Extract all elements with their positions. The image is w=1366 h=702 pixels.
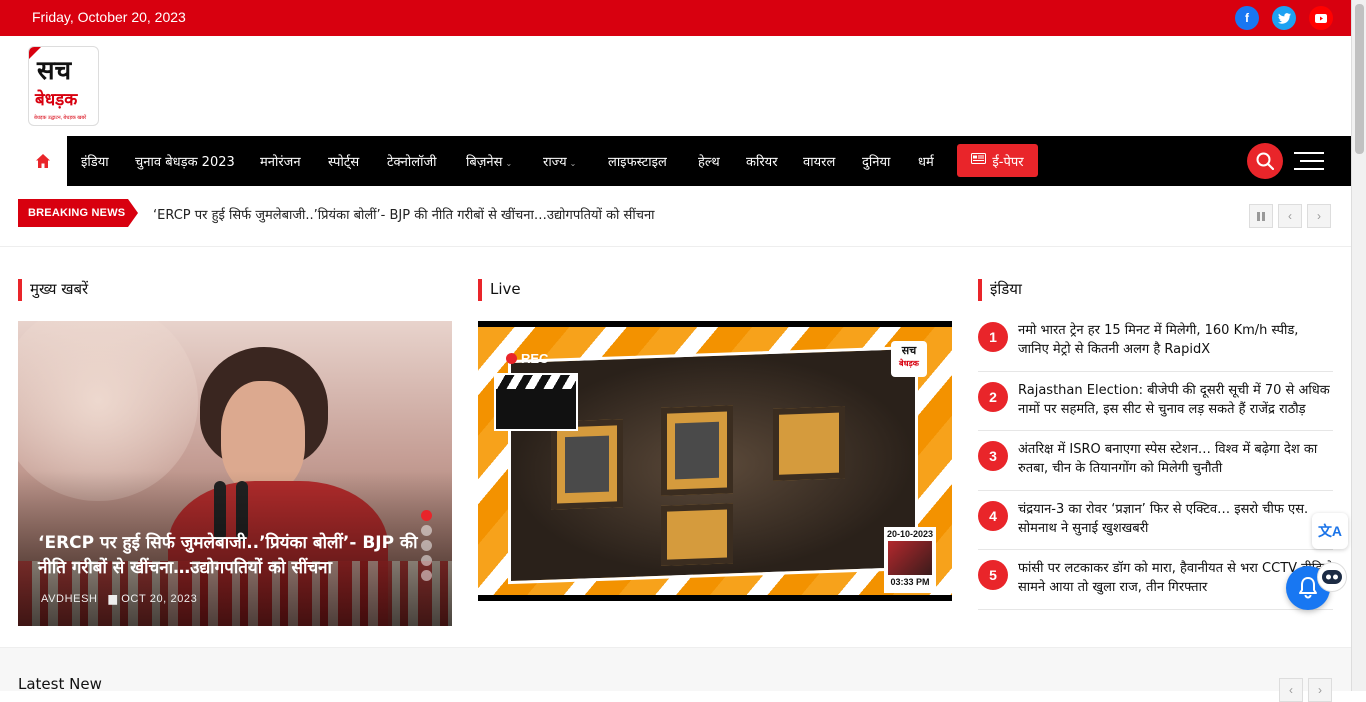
channel-badge: सच बेधड़क — [891, 341, 927, 377]
page-scrollbar[interactable] — [1351, 0, 1366, 691]
top-bar: Friday, October 20, 2023 f — [0, 0, 1351, 36]
chatbot-icon[interactable] — [1317, 562, 1347, 592]
slider-dot[interactable] — [421, 570, 432, 581]
home-icon[interactable] — [18, 136, 67, 186]
rank-badge: 2 — [978, 381, 1008, 412]
section-title-live: Live — [478, 279, 521, 301]
list-item[interactable]: 4 चंद्रयान-3 का रोवर ‘प्रज्ञान’ फिर से ए… — [978, 491, 1333, 551]
chevron-right-icon[interactable]: › — [1308, 678, 1332, 702]
list-item-title[interactable]: Rajasthan Election: बीजेपी की दूसरी सूची… — [1018, 381, 1333, 419]
nav-item-career[interactable]: करियर — [746, 152, 778, 170]
channel-badge-line2: बेधड़क — [899, 359, 919, 368]
nav-item-technology[interactable]: टेक्नोलॉजी — [387, 152, 436, 170]
youtube-icon[interactable] — [1309, 6, 1333, 30]
live-video-player[interactable]: REC सच बेधड़क 20-10-2023 03:33 PM — [478, 321, 952, 601]
list-item[interactable]: 1 नमो भारत ट्रेन हर 15 मिनट में मिलेगी, … — [978, 312, 1333, 372]
list-item-title[interactable]: चंद्रयान-3 का रोवर ‘प्रज्ञान’ फिर से एक्… — [1018, 500, 1333, 538]
author-name[interactable]: AVDHESH — [41, 593, 98, 605]
nav-item-states-label: राज्य — [543, 155, 567, 170]
section-title-india: इंडिया — [978, 279, 1022, 301]
nav-item-sports[interactable]: स्पोर्ट्स — [328, 152, 359, 170]
nav-item-business-label: बिज़नेस — [466, 155, 503, 170]
logo-line2: बेधड़क — [35, 90, 78, 110]
logo-line1: सच — [37, 56, 72, 86]
chevron-left-icon[interactable]: ‹ — [1278, 204, 1302, 228]
nav-item-world[interactable]: दुनिया — [862, 152, 890, 170]
newspaper-icon — [971, 153, 987, 168]
site-logo[interactable]: सच बेधड़क बेधड़क उद्घाटन, बेधड़क खबरें — [28, 46, 99, 126]
menu-icon[interactable] — [1294, 152, 1324, 170]
slider-dot[interactable] — [421, 540, 432, 551]
translate-icon[interactable]: 文A — [1312, 513, 1348, 549]
slider-dot[interactable] — [421, 525, 432, 536]
calendar-icon: ▆ — [108, 593, 118, 605]
epaper-button[interactable]: ई-पेपर — [957, 144, 1038, 177]
list-item-title[interactable]: नमो भारत ट्रेन हर 15 मिनट में मिलेगी, 16… — [1018, 321, 1333, 359]
nav-item-religion[interactable]: धर्म — [918, 152, 934, 170]
nav-item-entertainment[interactable]: मनोरंजन — [260, 152, 301, 170]
epaper-label: ई-पेपर — [992, 154, 1024, 170]
india-news-list: 1 नमो भारत ट्रेन हर 15 मिनट में मिलेगी, … — [978, 312, 1333, 610]
list-item[interactable]: 5 फांसी पर लटकाकर डॉग को मारा, हैवानीयत … — [978, 550, 1333, 610]
breaking-news-label: BREAKING NEWS — [18, 199, 138, 227]
featured-news-slider[interactable]: ‘ERCP पर हुई सिर्फ जुमलेबाजी..’प्रियंका … — [18, 321, 452, 626]
nav-item-states[interactable]: राज्य ⌄ — [543, 152, 576, 170]
chevron-right-icon[interactable]: › — [1307, 204, 1331, 228]
slider-dot[interactable] — [421, 555, 432, 566]
featured-headline[interactable]: ‘ERCP पर हुई सिर्फ जुमलेबाजी..’प्रियंका … — [38, 531, 433, 581]
rank-badge: 4 — [978, 500, 1008, 531]
nav-item-health[interactable]: हेल्थ — [698, 152, 720, 170]
live-time: 03:33 PM — [890, 577, 930, 587]
publish-date: OCT 20, 2023 — [121, 593, 198, 605]
slider-dots — [421, 510, 432, 585]
facebook-icon[interactable]: f — [1235, 6, 1259, 30]
scrollbar-thumb[interactable] — [1355, 4, 1364, 154]
slider-dot[interactable] — [421, 510, 432, 521]
chevron-down-icon: ⌄ — [569, 159, 577, 168]
nav-item-india[interactable]: इंडिया — [81, 152, 109, 170]
rank-badge: 1 — [978, 322, 1008, 352]
pause-icon[interactable] — [1249, 204, 1273, 228]
rank-badge: 5 — [978, 560, 1008, 591]
live-timestamp: 20-10-2023 03:33 PM — [884, 527, 936, 593]
section-title-main-news: मुख्य खबरें — [18, 279, 88, 301]
nav-item-lifestyle[interactable]: लाइफस्टाइल — [608, 152, 667, 170]
channel-badge-line1: सच — [901, 344, 917, 357]
nav-item-election[interactable]: चुनाव बेधड़क 2023 — [135, 152, 235, 170]
list-item[interactable]: 2 Rajasthan Election: बीजेपी की दूसरी सू… — [978, 372, 1333, 432]
section-title-latest: Latest New — [18, 675, 102, 693]
rec-indicator: REC — [506, 351, 548, 366]
featured-meta: AVDHESH ▆ OCT 20, 2023 — [41, 592, 197, 605]
search-icon[interactable] — [1247, 143, 1283, 179]
chevron-left-icon[interactable]: ‹ — [1279, 678, 1303, 702]
clapperboard-icon — [494, 373, 578, 431]
logo-tagline: बेधड़क उद्घाटन, बेधड़क खबरें — [34, 115, 87, 121]
latest-section-bg — [0, 647, 1351, 691]
live-date: 20-10-2023 — [886, 529, 934, 539]
breaking-news-headline[interactable]: ‘ERCP पर हुई सिर्फ जुमलेबाजी..’प्रियंका … — [153, 205, 655, 223]
nav-item-viral[interactable]: वायरल — [803, 152, 835, 170]
list-item[interactable]: 3 अंतरिक्ष में ISRO बनाएगा स्पेस स्टेशन…… — [978, 431, 1333, 491]
rank-badge: 3 — [978, 441, 1008, 472]
nav-item-business[interactable]: बिज़नेस ⌄ — [466, 152, 512, 170]
breaking-news-bar: BREAKING NEWS ‘ERCP पर हुई सिर्फ जुमलेबा… — [0, 186, 1351, 247]
current-date: Friday, October 20, 2023 — [32, 9, 186, 25]
main-nav: इंडिया चुनाव बेधड़क 2023 मनोरंजन स्पोर्ट… — [18, 136, 1351, 186]
list-item-title[interactable]: अंतरिक्ष में ISRO बनाएगा स्पेस स्टेशन… व… — [1018, 440, 1333, 478]
chevron-down-icon: ⌄ — [505, 159, 513, 168]
twitter-icon[interactable] — [1272, 6, 1296, 30]
